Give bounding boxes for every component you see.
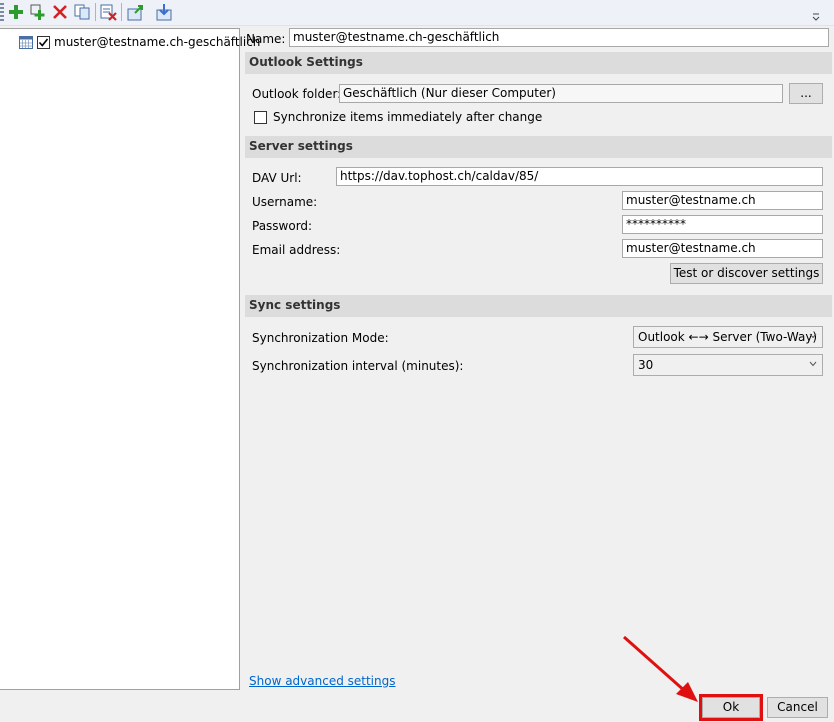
red-x-icon [53, 5, 67, 19]
add-profile-button[interactable] [6, 2, 26, 22]
sync-immediately-label: Synchronize items immediately after chan… [273, 110, 543, 124]
multi-plus-icon [30, 4, 45, 20]
sync-immediately-checkbox-row[interactable]: Synchronize items immediately after chan… [254, 110, 542, 124]
checkmark-icon [38, 38, 49, 47]
sync-immediately-checkbox[interactable] [254, 110, 267, 124]
sync-settings-header: Sync settings [245, 295, 832, 317]
export-profiles-button[interactable] [126, 2, 146, 22]
toolbar-separator [95, 3, 96, 21]
settings-panel: Name: muster@testname.ch-geschäftlich Ou… [243, 28, 834, 722]
name-input[interactable]: muster@testname.ch-geschäftlich [289, 28, 829, 47]
dav-url-label: DAV Url: [252, 171, 302, 185]
red-arrow-icon [623, 635, 698, 702]
username-input[interactable]: muster@testname.ch [622, 191, 823, 210]
server-settings-header: Server settings [245, 136, 832, 158]
copy-icon [74, 4, 90, 20]
browse-folder-button[interactable]: ... [789, 83, 823, 104]
clear-cache-icon [100, 4, 117, 21]
sync-interval-label: Synchronization interval (minutes): [252, 359, 464, 373]
chevron-down-icon [809, 333, 817, 339]
outlook-settings-header: Outlook Settings [245, 52, 832, 74]
sync-mode-value: Outlook ←→ Server (Two-Way) [638, 330, 818, 344]
email-address-label: Email address: [252, 243, 341, 257]
delete-profile-button[interactable] [50, 2, 70, 22]
chevron-down-icon [809, 361, 817, 367]
dav-url-input[interactable]: https://dav.tophost.ch/caldav/85/ [336, 167, 823, 186]
sync-interval-value: 30 [638, 358, 654, 372]
clear-cache-button[interactable] [98, 2, 118, 22]
import-profiles-button[interactable] [154, 2, 174, 22]
sync-mode-label: Synchronization Mode: [252, 331, 389, 345]
export-icon [127, 5, 143, 21]
sync-mode-select[interactable]: Outlook ←→ Server (Two-Way) [633, 326, 823, 348]
profile-tree[interactable]: muster@testname.ch-geschäftlich [0, 28, 260, 690]
tree-item-profile[interactable]: muster@testname.ch-geschäftlich [19, 33, 260, 51]
password-label: Password: [252, 219, 313, 233]
toolbar-grip[interactable] [0, 3, 4, 21]
password-input[interactable]: ********** [622, 215, 823, 234]
test-discover-settings-button[interactable]: Test or discover settings [670, 263, 823, 284]
ok-button-highlight [699, 694, 763, 721]
outlook-folder-input[interactable]: Geschäftlich (Nur dieser Computer) [339, 84, 783, 103]
email-address-input[interactable]: muster@testname.ch [622, 239, 823, 258]
name-label: Name: [246, 32, 286, 46]
toolbar [0, 0, 834, 26]
toolbar-separator [121, 3, 122, 21]
tree-item-label: muster@testname.ch-geschäftlich [54, 35, 261, 49]
green-plus-icon [9, 5, 23, 19]
outlook-folder-label: Outlook folder: [252, 87, 342, 101]
calendar-icon [19, 35, 33, 49]
import-icon [156, 4, 172, 21]
tree-item-checkbox[interactable] [37, 35, 50, 49]
sync-interval-select[interactable]: 30 [633, 354, 823, 376]
add-multiple-profiles-button[interactable] [28, 2, 48, 22]
cancel-button[interactable]: Cancel [767, 697, 828, 718]
username-label: Username: [252, 195, 318, 209]
toolbar-overflow-chevron-icon[interactable] [812, 13, 820, 23]
show-advanced-settings-link[interactable]: Show advanced settings [249, 674, 396, 688]
copy-profile-button[interactable] [72, 2, 92, 22]
